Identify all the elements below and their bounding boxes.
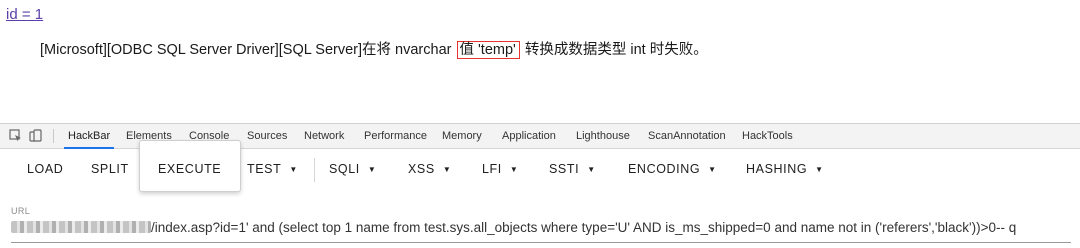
tab-memory[interactable]: Memory bbox=[442, 130, 482, 142]
device-toolbar-icon[interactable] bbox=[29, 129, 42, 142]
error-highlight: 值 'temp' bbox=[456, 41, 520, 59]
url-field-label: URL bbox=[11, 206, 31, 216]
id-link[interactable]: id = 1 bbox=[6, 6, 43, 23]
load-button[interactable]: LOAD bbox=[27, 162, 63, 176]
encoding-dropdown[interactable]: ENCODING ▼ bbox=[628, 162, 717, 176]
xss-label: XSS bbox=[408, 162, 435, 176]
tab-lighthouse[interactable]: Lighthouse bbox=[576, 130, 630, 142]
toolbar-divider bbox=[314, 158, 315, 182]
error-suffix: 转换成数据类型 int 时失败。 bbox=[520, 42, 708, 58]
execute-button[interactable]: EXECUTE bbox=[158, 162, 221, 176]
chevron-down-icon: ▼ bbox=[367, 165, 377, 174]
url-input[interactable]: /index.asp?id=1' and (select top 1 name … bbox=[11, 220, 1071, 242]
chevron-down-icon: ▼ bbox=[442, 165, 452, 174]
url-value: /index.asp?id=1' and (select top 1 name … bbox=[151, 220, 1017, 235]
sql-error-message: [Microsoft][ODBC SQL Server Driver][SQL … bbox=[40, 38, 708, 59]
toolbar-separator bbox=[53, 129, 54, 143]
tab-performance[interactable]: Performance bbox=[364, 130, 427, 142]
tab-network[interactable]: Network bbox=[304, 130, 344, 142]
chevron-down-icon: ▼ bbox=[509, 165, 519, 174]
tab-hacktools[interactable]: HackTools bbox=[742, 130, 793, 142]
ssti-dropdown[interactable]: SSTI ▼ bbox=[549, 162, 596, 176]
url-input-underline bbox=[11, 242, 1071, 243]
xss-dropdown[interactable]: XSS ▼ bbox=[408, 162, 451, 176]
lfi-label: LFI bbox=[482, 162, 502, 176]
ssti-label: SSTI bbox=[549, 162, 580, 176]
test-label: TEST bbox=[247, 162, 282, 176]
inspect-icon[interactable] bbox=[9, 129, 22, 142]
encoding-label: ENCODING bbox=[628, 162, 701, 176]
test-dropdown[interactable]: TEST ▼ bbox=[247, 162, 298, 176]
lfi-dropdown[interactable]: LFI ▼ bbox=[482, 162, 518, 176]
split-button[interactable]: SPLIT bbox=[91, 162, 129, 176]
tab-scanannotation[interactable]: ScanAnnotation bbox=[648, 130, 726, 142]
tab-hackbar[interactable]: HackBar bbox=[63, 130, 115, 149]
chevron-down-icon: ▼ bbox=[587, 165, 596, 174]
tab-sources[interactable]: Sources bbox=[247, 130, 287, 142]
sqli-label: SQLI bbox=[329, 162, 360, 176]
sqli-dropdown[interactable]: SQLI ▼ bbox=[329, 162, 376, 176]
error-prefix: [Microsoft][ODBC SQL Server Driver][SQL … bbox=[40, 42, 456, 58]
chevron-down-icon: ▼ bbox=[708, 165, 717, 174]
tab-application[interactable]: Application bbox=[502, 130, 556, 142]
hashing-label: HASHING bbox=[746, 162, 808, 176]
hashing-dropdown[interactable]: HASHING ▼ bbox=[746, 162, 824, 176]
devtools-panel: HackBar Elements Console Sources Network… bbox=[0, 123, 1080, 248]
chevron-down-icon: ▼ bbox=[289, 165, 298, 174]
chevron-down-icon: ▼ bbox=[815, 165, 824, 174]
hackbar-toolbar: LOAD SPLIT EXECUTE TEST ▼ SQLI ▼ XSS ▼ LFI ▼… bbox=[0, 149, 1080, 193]
redacted-host bbox=[11, 221, 151, 233]
